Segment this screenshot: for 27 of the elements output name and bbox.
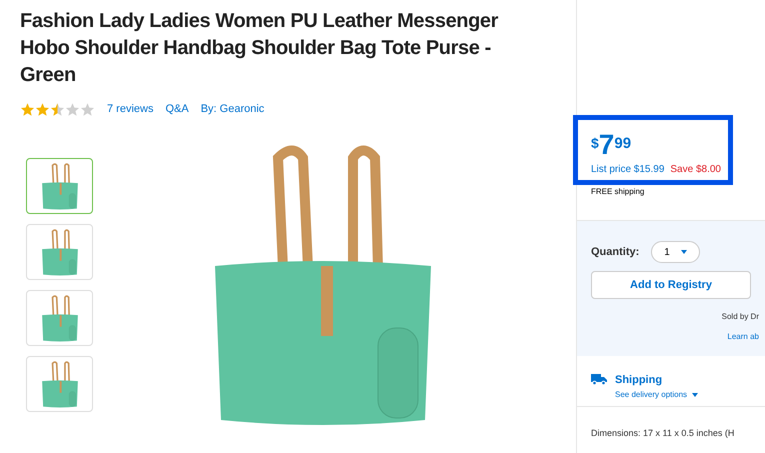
star-icon [80,102,95,117]
thumbnail[interactable] [26,158,93,214]
caret-icon [681,250,688,254]
brand-link[interactable]: By: Gearonic [200,101,264,118]
thumbnail[interactable] [26,356,93,412]
qa-link[interactable]: Q&A [165,101,189,118]
reviews-link[interactable]: 7 reviews [107,101,154,118]
save-amount: Save $8.00 [670,163,721,177]
star-icon [35,102,50,117]
dimensions-text: Dimensions: 17 x 11 x 0.5 inches (H [590,427,736,440]
star-icon [65,102,80,117]
truck-icon [591,373,607,385]
thumbnail[interactable] [26,224,93,280]
learn-link[interactable]: Learn ab [727,331,759,343]
add-to-registry-button[interactable]: Add to Registry [591,271,751,299]
caret-icon [692,392,698,396]
sold-by-text: Sold by Dr [722,311,759,323]
shipping-note: FREE shipping [591,186,646,198]
thumbnail[interactable] [26,290,93,346]
star-icon [20,102,35,117]
quantity-dropdown[interactable]: 1 [651,241,700,263]
quantity-label: Quantity: [591,244,640,260]
shipping-title: Shipping [615,373,664,388]
delivery-options-link[interactable]: See delivery options [615,388,698,400]
product-title: Fashion Lady Ladies Women PU Leather Messenger Hobo Shoulder Handbag Shoulder Bag Tote Purse - Green [20,9,500,88]
star-icon [50,102,65,117]
list-price: List price $15.99 [591,163,664,177]
